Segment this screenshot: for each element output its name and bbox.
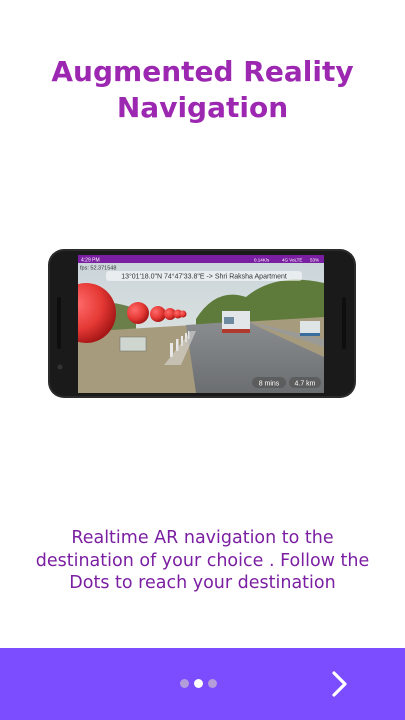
pager-dot-1[interactable] [180,679,189,688]
chevron-right-icon [332,671,347,697]
phone-speaker-right [342,297,346,349]
distance-text: 4.7 km [294,381,315,388]
pager-dot-2[interactable] [194,679,203,688]
title-line-1: Augmented Reality [51,55,354,88]
title-line-2: Navigation [116,91,289,124]
page-title: Augmented Reality Navigation [0,54,405,126]
pager-indicator [180,679,217,689]
ar-dot-6 [179,310,187,318]
phone-status-speed: 0.14K/s [254,258,270,263]
phone-speaker-left [57,297,61,349]
fps-readout: fps: 52.371548 [80,266,116,272]
onboarding-footer [0,648,405,720]
next-button[interactable] [322,668,358,700]
ar-dot-2 [127,302,149,324]
phone-status-time: 4:29 PM [81,258,100,264]
phone-illustration: 4:29 PM 0.14K/s 4G VoLTE 53% fps: 52.371… [46,247,358,400]
duration-text: 8 mins [259,381,280,388]
onboarding-description: Realtime AR navigation to the destinatio… [35,528,370,593]
phone-status-battery: 53% [310,258,319,263]
ar-camera-view: 4:29 PM 0.14K/s 4G VoLTE 53% fps: 52.371… [78,255,324,393]
phone-camera [57,364,63,370]
ar-dot-3 [150,306,166,322]
phone-status-network: 4G VoLTE [282,258,302,263]
pager-dot-3[interactable] [208,679,217,688]
phone-mockup: 4:29 PM 0.14K/s 4G VoLTE 53% fps: 52.371… [48,249,356,398]
coords-text: 13°01'18.0"N 74°47'33.8"E -> Shri Raksha… [121,273,287,281]
